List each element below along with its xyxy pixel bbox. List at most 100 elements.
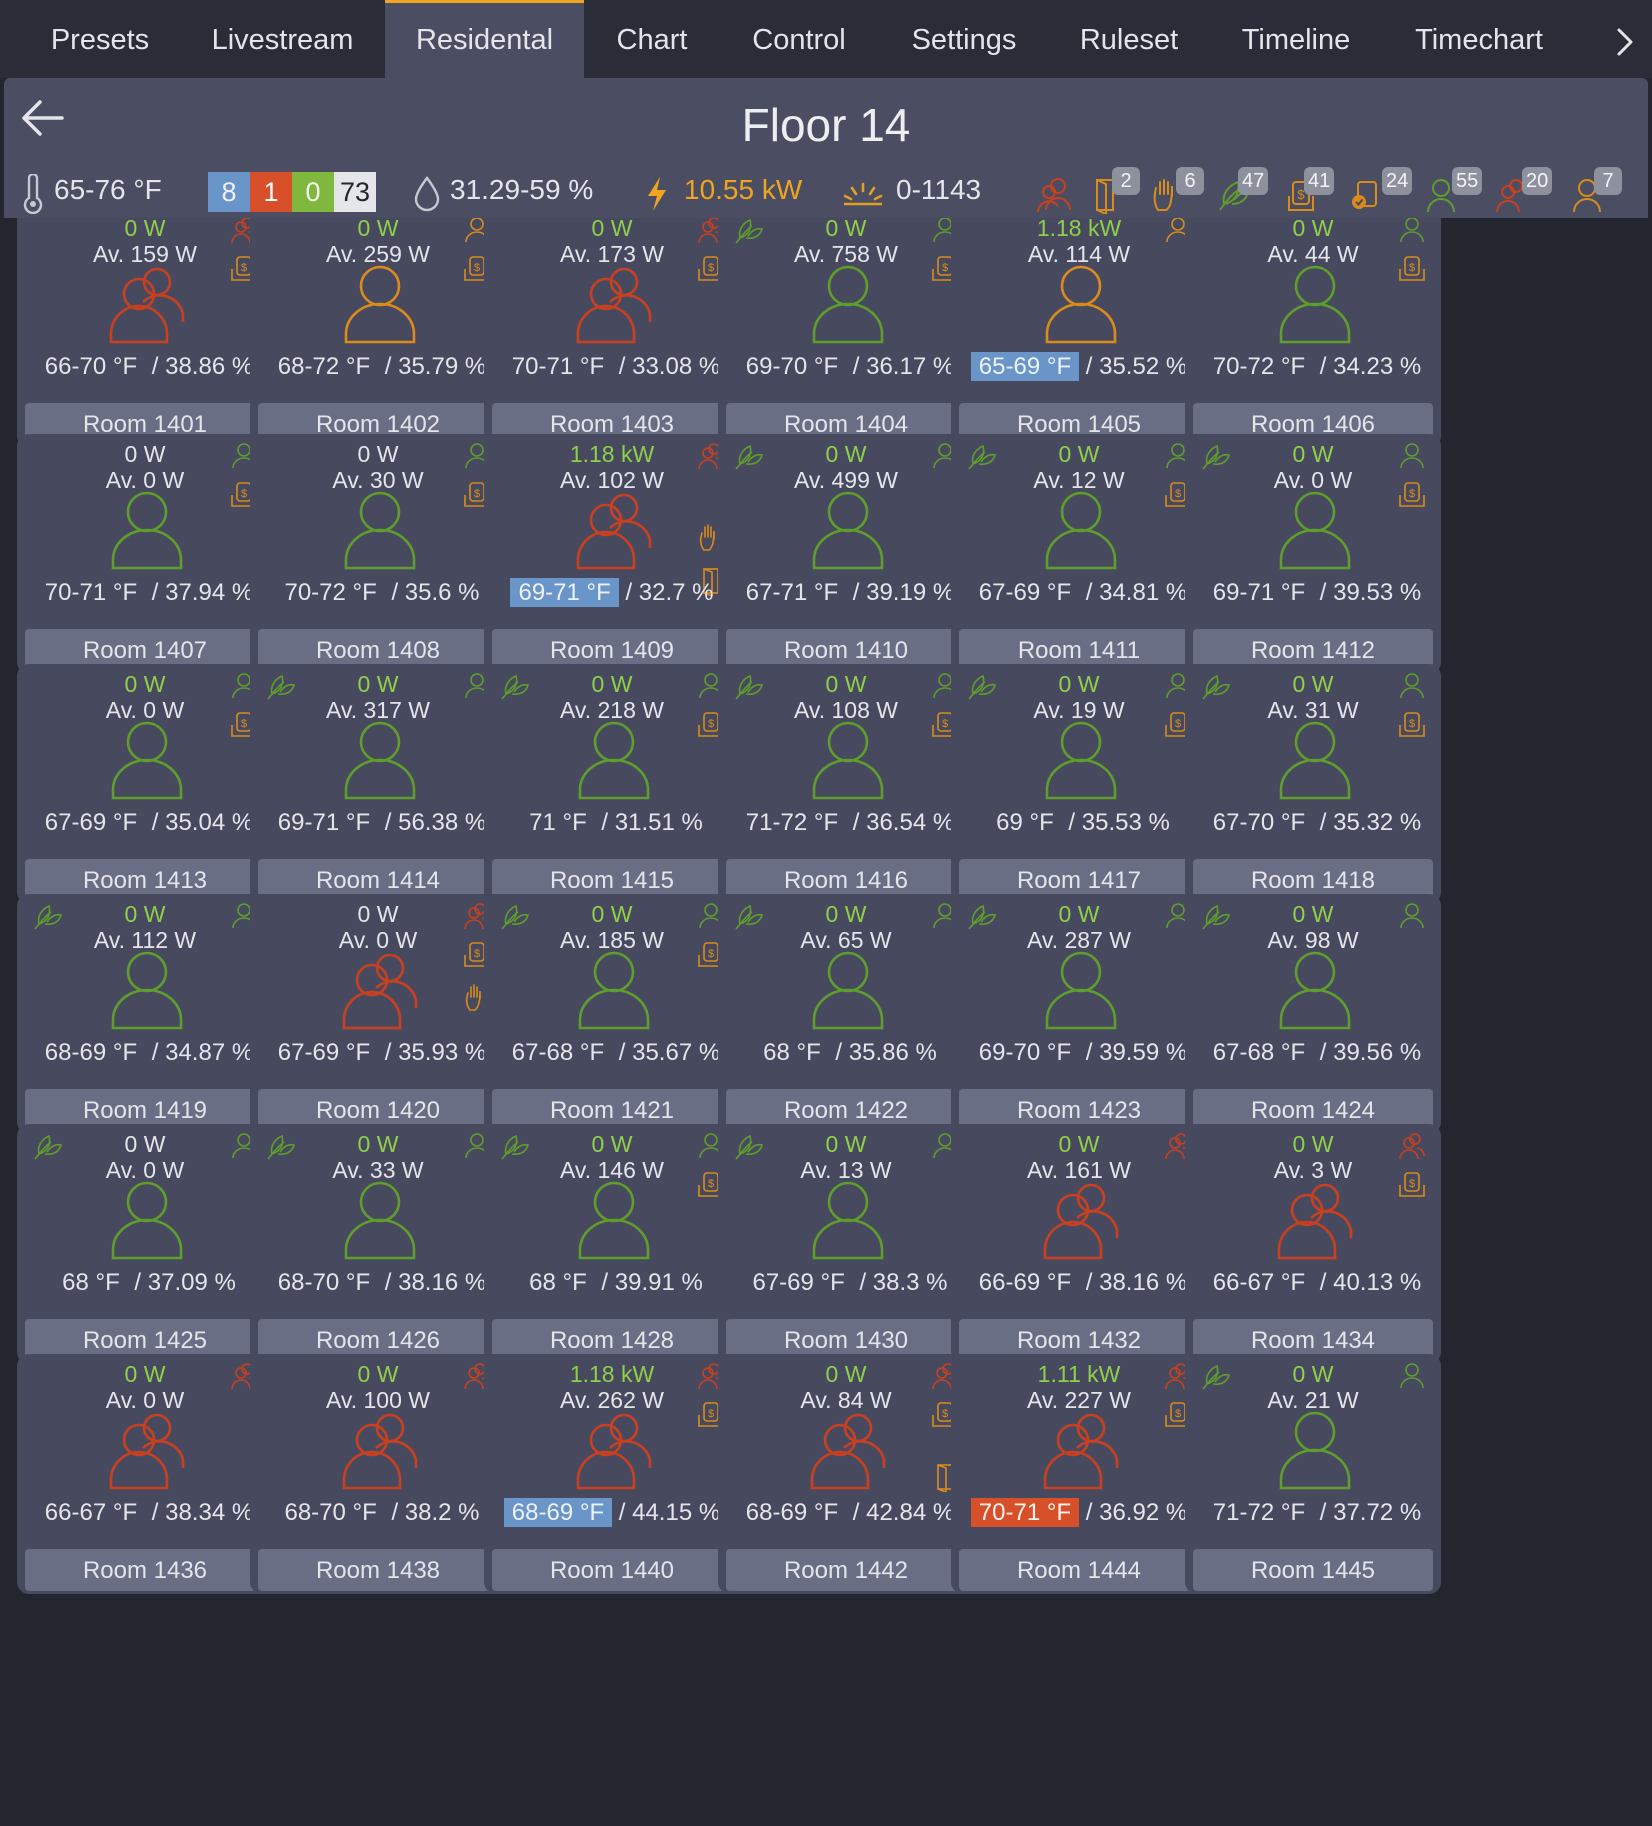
room-card[interactable]: 0 W Av. 65 W 68 °F / 35.86 % Room 1422 bbox=[718, 894, 974, 1134]
tab-control[interactable]: Control bbox=[730, 0, 868, 78]
occupancy-person-icon bbox=[804, 488, 892, 572]
room-temperature: 67-69 °F bbox=[978, 579, 1072, 606]
room-card[interactable]: 1.18 kW Av. 102 W 69-71 °F / 32.7 % Room 14… bbox=[484, 434, 740, 674]
room-card[interactable]: 0 W Av. 317 W 69-71 °F / 56.38 % Room 1414 bbox=[250, 664, 506, 904]
room-card[interactable]: 1.18 kW Av. 114 W 65-69 °F / 35.52 % Room 1… bbox=[951, 218, 1207, 448]
room-card[interactable]: 0 W Av. 0 W $67-69 °F / 35.04 % Room 1413 bbox=[17, 664, 273, 904]
occupancy-person-icon bbox=[570, 488, 658, 572]
occupancy-person-icon bbox=[1271, 948, 1359, 1032]
room-humidity: / 35.86 % bbox=[828, 1039, 937, 1066]
room-humidity: / 35.52 % bbox=[1079, 353, 1188, 380]
occupancy-person-icon bbox=[570, 718, 658, 802]
occupancy-person-icon bbox=[570, 1178, 658, 1262]
occupancy-person-icon bbox=[336, 1408, 424, 1492]
room-card[interactable]: 0 W Av. 159 W $66-70 °F / 38.86 % Room 1401 bbox=[17, 218, 273, 448]
svg-text:$: $ bbox=[708, 1178, 714, 1190]
room-humidity: / 42.84 % bbox=[846, 1499, 955, 1526]
tab-residental[interactable]: Residental bbox=[385, 0, 584, 81]
room-card[interactable]: 0 W Av. 499 W 67-71 °F / 39.19 % Room 1410 bbox=[718, 434, 974, 674]
tab-chart[interactable]: Chart bbox=[590, 0, 714, 78]
room-card[interactable]: 1.18 kW Av. 262 W $68-69 °F / 44.15 % Room … bbox=[484, 1354, 740, 1594]
tab-ruleset[interactable]: Ruleset bbox=[1060, 0, 1198, 78]
room-climate: 70-72 °F / 34.23 % bbox=[1185, 353, 1441, 381]
room-temperature: 67-68 °F bbox=[1212, 1039, 1306, 1066]
light-range: 0-1143 bbox=[896, 174, 982, 205]
room-humidity: / 38.16 % bbox=[1079, 1269, 1188, 1296]
eco-leaf-icon bbox=[31, 1132, 65, 1162]
room-temperature: 69-70 °F bbox=[978, 1039, 1072, 1066]
room-card[interactable]: 0 W Av. 161 W 66-69 °F / 38.16 % Room 1432 bbox=[951, 1124, 1207, 1364]
room-climate: 67-70 °F / 35.32 % bbox=[1185, 809, 1441, 837]
eco-leaf-icon bbox=[732, 442, 766, 472]
room-card[interactable]: 0 W Av. 21 W 71-72 °F / 37.72 % Room 1445 bbox=[1185, 1354, 1441, 1594]
room-climate: 70-71 °F / 37.94 % bbox=[17, 579, 273, 607]
room-card[interactable]: 0 W Av. 31 W $67-70 °F / 35.32 % Room 1418 bbox=[1185, 664, 1441, 904]
tab-timeline[interactable]: Timeline bbox=[1220, 0, 1372, 78]
tab-timechart[interactable]: Timechart bbox=[1396, 0, 1562, 78]
room-card[interactable]: 0 W Av. 108 W $71-72 °F / 36.54 % Room 1416 bbox=[718, 664, 974, 904]
room-card[interactable]: 0 W Av. 13 W 67-69 °F / 38.3 % Room 1430 bbox=[718, 1124, 974, 1364]
room-card[interactable]: 1.11 kW Av. 227 W $70-71 °F / 36.92 % Room … bbox=[951, 1354, 1207, 1594]
room-card[interactable]: 0 W Av. 84 W $68-69 °F / 42.84 % Room 1442 bbox=[718, 1354, 974, 1594]
room-card[interactable]: 0 W Av. 44 W $70-72 °F / 34.23 % Room 1406 bbox=[1185, 218, 1441, 448]
room-card[interactable]: 0 W Av. 218 W $71 °F / 31.51 % Room 1415 bbox=[484, 664, 740, 904]
room-temperature: 67-69 °F bbox=[44, 809, 138, 836]
hand-icon bbox=[1150, 174, 1178, 214]
room-temperature: 68-70 °F bbox=[284, 1499, 377, 1526]
occupancy-person-icon bbox=[1037, 488, 1125, 572]
occupancy-person-icon bbox=[103, 1178, 191, 1262]
coin-check-icon bbox=[1350, 174, 1382, 214]
room-card[interactable]: 0 W Av. 19 W $69 °F / 35.53 % Room 1417 bbox=[951, 664, 1207, 904]
room-card[interactable]: 0 W Av. 287 W 69-70 °F / 39.59 % Room 1423 bbox=[951, 894, 1207, 1134]
floor-stats: 65-76 °F 8 1 0 73 31.29-59 % 10.55 kW 0-… bbox=[4, 166, 1648, 214]
svg-text:$: $ bbox=[241, 718, 247, 730]
person-count-badge: 7 bbox=[1594, 167, 1622, 195]
room-temperature: 70-72 °F bbox=[284, 579, 377, 606]
room-climate: 71-72 °F / 37.72 % bbox=[1185, 1499, 1441, 1527]
multi-occupancy-icon bbox=[1034, 174, 1074, 214]
room-humidity: / 44.15 % bbox=[612, 1499, 721, 1526]
room-climate: 67-69 °F / 35.93 % bbox=[250, 1039, 506, 1067]
room-humidity: / 34.87 % bbox=[145, 1039, 254, 1066]
room-card[interactable]: 0 W Av. 3 W $66-67 °F / 40.13 % Room 1434 bbox=[1185, 1124, 1441, 1364]
room-climate: 66-70 °F / 38.86 % bbox=[17, 353, 273, 381]
eco-leaf-icon bbox=[498, 902, 532, 932]
chevron-right-icon[interactable] bbox=[1605, 22, 1645, 62]
room-card[interactable]: 0 W Av. 100 W 68-70 °F / 38.2 % Room 1438 bbox=[250, 1354, 506, 1594]
room-card[interactable]: 0 W Av. 0 W $67-69 °F / 35.93 % Room 1420 bbox=[250, 894, 506, 1134]
room-temperature: 68-69 °F bbox=[44, 1039, 138, 1066]
room-card[interactable]: 0 W Av. 173 W $70-71 °F / 33.08 % Room 1403 bbox=[484, 218, 740, 448]
room-card[interactable]: 0 W Av. 33 W 68-70 °F / 38.16 % Room 1426 bbox=[250, 1124, 506, 1364]
eco-leaf-icon bbox=[732, 902, 766, 932]
room-card[interactable]: 0 W Av. 0 W $70-71 °F / 37.94 % Room 1407 bbox=[17, 434, 273, 674]
room-card[interactable]: 0 W Av. 259 W $68-72 °F / 35.79 % Room 1402 bbox=[250, 218, 506, 448]
room-temperature: 70-71 °F bbox=[511, 353, 605, 380]
room-humidity: / 35.04 % bbox=[145, 809, 254, 836]
room-card[interactable]: 0 W Av. 185 W $67-68 °F / 35.67 % Room 1421 bbox=[484, 894, 740, 1134]
room-climate: 68-70 °F / 38.2 % bbox=[250, 1499, 506, 1527]
room-card[interactable]: 0 W Av. 146 W $68 °F / 39.91 % Room 1428 bbox=[484, 1124, 740, 1364]
room-humidity: / 33.08 % bbox=[612, 353, 721, 380]
room-climate: 71-72 °F / 36.54 % bbox=[718, 809, 974, 837]
room-climate: 69-71 °F / 39.53 % bbox=[1185, 579, 1441, 607]
room-card[interactable]: 0 W Av. 12 W $67-69 °F / 34.81 % Room 1411 bbox=[951, 434, 1207, 674]
room-card[interactable]: 0 W Av. 30 W $70-72 °F / 35.6 % Room 1408 bbox=[250, 434, 506, 674]
occupancy-person-icon bbox=[1271, 1178, 1359, 1262]
tab-livestream[interactable]: Livestream bbox=[190, 0, 375, 78]
room-card[interactable]: 0 W Av. 98 W 67-68 °F / 39.56 % Room 1424 bbox=[1185, 894, 1441, 1134]
svg-text:$: $ bbox=[942, 262, 948, 274]
room-name: Room 1442 bbox=[726, 1549, 966, 1591]
occupancy-person-icon bbox=[1037, 262, 1125, 346]
multi-count-badge: 20 bbox=[1522, 167, 1553, 195]
eco-leaf-icon bbox=[1199, 902, 1233, 932]
room-card[interactable]: 0 W Av. 0 W 66-67 °F / 38.34 % Room 1436 bbox=[17, 1354, 273, 1594]
room-card[interactable]: 0 W Av. 112 W 68-69 °F / 34.87 % Room 1419 bbox=[17, 894, 273, 1134]
room-climate: 71 °F / 31.51 % bbox=[484, 809, 740, 837]
svg-text:$: $ bbox=[1409, 1178, 1415, 1190]
tab-settings[interactable]: Settings bbox=[890, 0, 1038, 78]
room-card[interactable]: 0 W Av. 0 W 68 °F / 37.09 % Room 1425 bbox=[17, 1124, 273, 1364]
room-card[interactable]: 0 W Av. 758 W $69-70 °F / 36.17 % Room 1404 bbox=[718, 218, 974, 448]
room-card[interactable]: 0 W Av. 0 W $69-71 °F / 39.53 % Room 1412 bbox=[1185, 434, 1441, 674]
total-power: 10.55 kW bbox=[684, 174, 803, 205]
tab-presets[interactable]: Presets bbox=[22, 0, 178, 78]
